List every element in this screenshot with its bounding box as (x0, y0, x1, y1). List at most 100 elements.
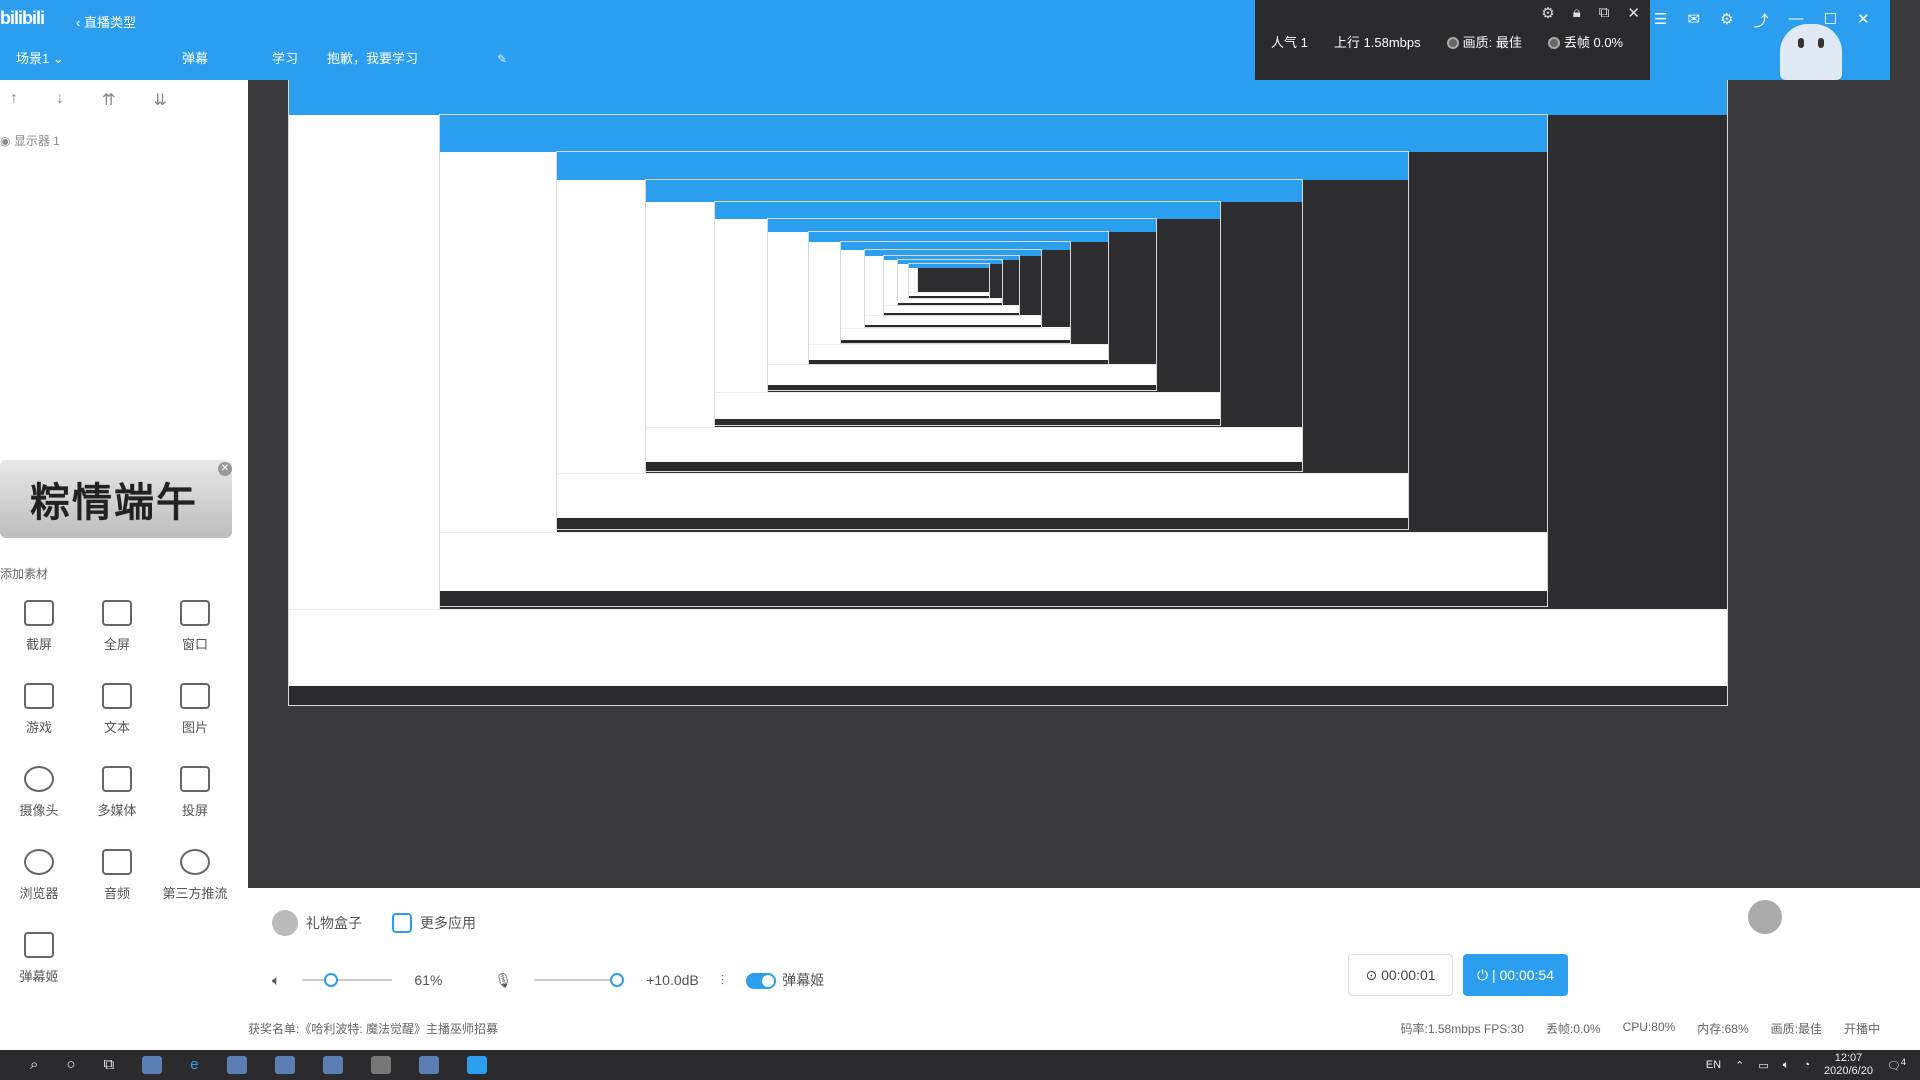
back-link[interactable]: ‹ 直播类型 (76, 12, 136, 31)
window-close-icon[interactable]: ✕ (1857, 10, 1870, 31)
volume-icon[interactable]: 🔈︎ (1783, 1059, 1790, 1072)
nested-header (715, 202, 1220, 220)
window-controls: ☰ ✉ ⚙ ⤴ — ☐ ✕ (1650, 0, 1890, 80)
source-item[interactable]: 图片 (156, 683, 234, 736)
lock-icon[interactable]: 🔒︎ (1573, 4, 1581, 22)
mixer-icon[interactable]: ⫶ (721, 972, 725, 989)
edge-icon[interactable]: e (190, 1056, 198, 1074)
move-top-icon[interactable]: ⇈ (102, 90, 115, 110)
source-item[interactable]: 第三方推流 (156, 849, 234, 902)
clock[interactable]: 12:07 2020/6/20 (1824, 1052, 1873, 1078)
avatar[interactable] (1748, 900, 1782, 934)
share-icon[interactable]: ⤴ (1753, 10, 1768, 31)
status-metric: CPU:80% (1622, 1020, 1676, 1034)
mic-slider[interactable] (534, 973, 625, 987)
tab-scene[interactable]: 场景1 ⌄ (0, 44, 130, 74)
text-icon (102, 683, 132, 709)
nested-taskbar (865, 324, 1042, 327)
nested-taskbar (556, 518, 1409, 530)
nested-header (440, 115, 1547, 152)
cortana-icon[interactable]: ○ (66, 1056, 75, 1074)
pdf-icon[interactable] (370, 1056, 391, 1074)
gift-box-button[interactable]: 礼物盒子 (272, 910, 362, 936)
mic-icon[interactable]: 🎙︎ (494, 972, 512, 989)
banner-close-icon[interactable]: ✕ (218, 462, 232, 476)
drop-value: 0.0% (1593, 35, 1624, 50)
source-item[interactable]: 全屏 (78, 600, 156, 653)
tab-study[interactable]: 学习 (260, 44, 315, 74)
source-item[interactable]: 截屏 (0, 600, 78, 653)
live-stats-row: 人气 1 上行 1.58mbps 画质: 最佳 丢帧 0.0% (1271, 32, 1623, 51)
source-item[interactable]: 弹幕姬 (0, 932, 78, 985)
source-item-label: 第三方推流 (162, 886, 228, 901)
gear-icon[interactable]: ⚙ (1720, 10, 1733, 31)
tab-sorry[interactable]: 抱歉，我要学习 (315, 44, 485, 74)
close-icon[interactable]: ✕ (1627, 4, 1640, 22)
source-item[interactable]: 投屏 (156, 766, 234, 819)
back-label: 直播类型 (83, 15, 136, 30)
volume-slider[interactable] (302, 973, 393, 987)
nested-footer (768, 364, 1157, 386)
speaker-icon[interactable]: 🔈︎ (272, 972, 280, 989)
source-item[interactable]: 游戏 (0, 683, 78, 736)
edit-icon[interactable]: ✎ (485, 44, 509, 74)
chevron-up-icon[interactable]: ⌃ (1735, 1059, 1744, 1072)
radio-icon (1446, 37, 1459, 49)
battery-icon[interactable]: ▭ (1758, 1059, 1768, 1072)
section-label: 添加素材 (0, 567, 49, 581)
more-apps-button[interactable]: 更多应用 (392, 913, 476, 933)
danmaku-toggle[interactable]: 弹幕姬 (746, 970, 824, 990)
tab-danmaku[interactable]: 弹幕 (130, 44, 260, 74)
network-icon[interactable]: ◔ (1803, 1059, 1810, 1071)
camera-icon (24, 766, 54, 792)
nested-taskbar (883, 312, 1019, 315)
source-item[interactable]: 摄像头 (0, 766, 78, 819)
status-metric: 码率:1.58mbps FPS:30 (1400, 1022, 1524, 1036)
display-source[interactable]: ◉ 显示器 1 (0, 132, 60, 149)
preview-stage (248, 80, 1765, 888)
mic-knob[interactable] (610, 973, 625, 987)
app-icon[interactable] (418, 1056, 439, 1074)
strip-icons: ⚙ 🔒︎ ⧉ ✕ (1541, 4, 1640, 22)
live-timer-button[interactable]: ⏻ | 00:00:54 (1463, 954, 1568, 996)
menu-icon[interactable]: ☰ (1654, 10, 1667, 31)
lang-indicator[interactable]: EN (1706, 1059, 1721, 1071)
app-icon[interactable] (226, 1056, 247, 1074)
popout-icon[interactable]: ⧉ (1599, 4, 1610, 22)
source-item[interactable]: 多媒体 (78, 766, 156, 819)
source-item[interactable]: 音频 (78, 849, 156, 902)
move-bottom-icon[interactable]: ⇊ (153, 90, 166, 110)
source-item-label: 游戏 (25, 720, 52, 735)
explorer-icon[interactable] (142, 1056, 163, 1074)
mic-value: +10.0dB (646, 972, 699, 988)
popularity-value: 1 (1300, 35, 1308, 50)
promo-banner[interactable]: 粽情端午 (0, 460, 232, 538)
drop-frames[interactable]: 丢帧 0.0% (1547, 32, 1624, 51)
status-announcement: 获奖名单:《哈利波特: 魔法觉醒》主播巫师招募 (248, 1022, 499, 1036)
notification-icon[interactable]: 🗨︎4 (1887, 1057, 1906, 1073)
popularity: 人气 1 (1271, 32, 1308, 51)
search-icon[interactable]: ⌕ (30, 1056, 38, 1074)
mail-icon[interactable]: ✉ (1687, 10, 1700, 31)
nested-footer (440, 531, 1547, 592)
logo: bilibili (0, 8, 45, 28)
quality[interactable]: 画质: 最佳 (1446, 32, 1522, 51)
source-item[interactable]: 浏览器 (0, 849, 78, 902)
window-icon (180, 600, 210, 626)
task-view-icon[interactable]: ⧉ (103, 1056, 114, 1074)
status-metrics: 码率:1.58mbps FPS:30 丢帧:0.0% CPU:80% 内存:68% 画质… (1401, 1020, 1880, 1037)
source-item[interactable]: 窗口 (156, 600, 234, 653)
source-item-label: 音频 (103, 886, 130, 901)
nested-taskbar (768, 385, 1157, 391)
arrow-up-icon[interactable]: ↑ (10, 90, 18, 110)
nested-footer (556, 472, 1409, 519)
record-timer-button[interactable]: ⊙ 00:00:01 (1348, 954, 1453, 996)
bilibili-live-icon[interactable] (466, 1056, 487, 1074)
arrow-down-icon[interactable]: ↓ (56, 90, 64, 110)
settings-icon[interactable]: ⚙ (1541, 4, 1554, 22)
system-tray: EN ⌃ ▭ 🔈︎ ◔ 12:07 2020/6/20 🗨︎4 (1706, 1052, 1906, 1078)
app-icon[interactable] (322, 1056, 343, 1074)
app-icon[interactable] (274, 1056, 295, 1074)
source-item[interactable]: 文本 (78, 683, 156, 736)
volume-knob[interactable] (324, 973, 339, 987)
